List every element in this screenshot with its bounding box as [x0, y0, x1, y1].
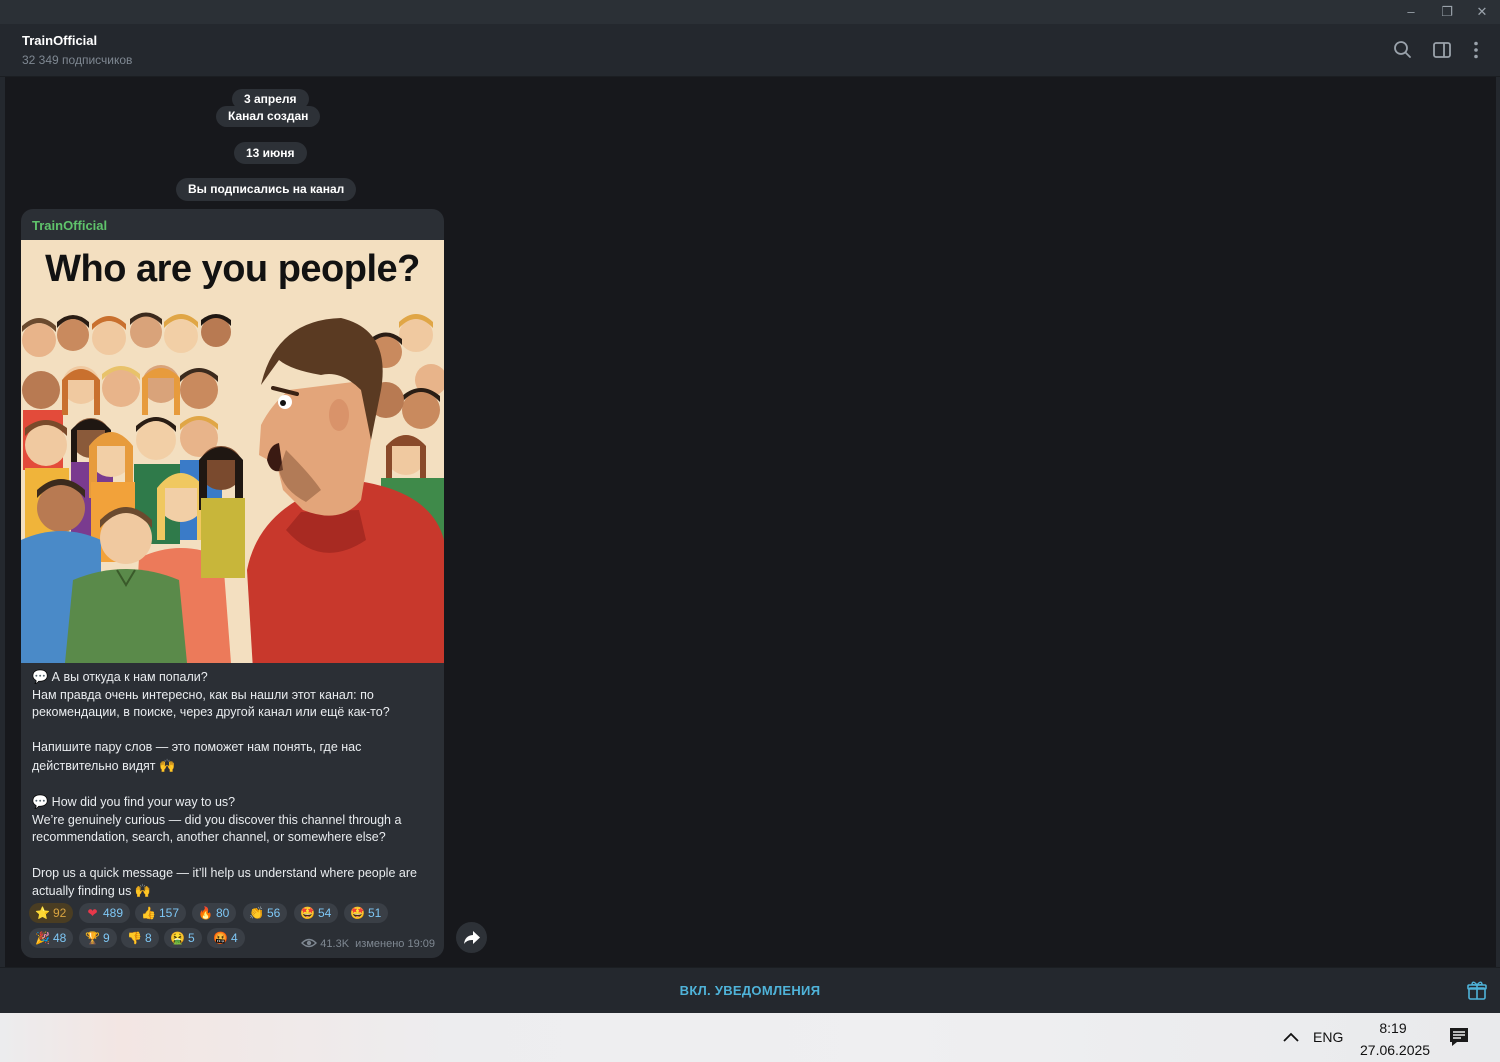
- reaction-angry[interactable]: 🤬 4: [207, 928, 245, 948]
- clock-time: 8:19: [1379, 1020, 1407, 1036]
- post-image[interactable]: Who are you people?: [21, 240, 444, 663]
- reaction-star[interactable]: ⭐ 92: [29, 903, 74, 923]
- reaction-fire[interactable]: 🔥 80: [192, 903, 237, 923]
- raised-hands-icon: 🙌: [134, 883, 152, 899]
- channel-post[interactable]: TrainOfficial Who are you people? 💬 А вы…: [21, 209, 444, 958]
- clock-date: 27.06.2025: [1360, 1042, 1431, 1058]
- clock[interactable]: 8:19 27.06.2025: [1360, 1017, 1431, 1061]
- service-subscribed: Вы подписались на канал: [176, 178, 357, 201]
- text-line: действительно видят: [32, 758, 156, 773]
- image-caption: Who are you people?: [45, 248, 420, 290]
- vomit-face-icon: 🤮: [170, 931, 185, 945]
- text-line: Напишите пару слов — это поможет нам пон…: [32, 740, 362, 755]
- speech-bubble-icon: 💬: [32, 794, 49, 810]
- post-text: 💬 А вы откуда к нам попали? Нам правда о…: [32, 668, 437, 901]
- minimize-button[interactable]: –: [1396, 2, 1426, 22]
- service-date-pill: 13 июня: [234, 142, 307, 164]
- star-struck-icon: 🤩: [300, 906, 315, 920]
- text-line: recommendation, search, another channel,…: [32, 830, 386, 845]
- chat-header[interactable]: TrainOfficial 32 349 подписчиков: [0, 24, 1500, 77]
- gift-icon[interactable]: [1466, 980, 1488, 1002]
- share-arrow-icon: [464, 931, 480, 944]
- reaction-party[interactable]: 🎉 48: [29, 928, 74, 948]
- right-edge: [1496, 77, 1500, 967]
- thumbs-up-icon: 👍: [141, 906, 156, 920]
- restore-button[interactable]: ❐: [1432, 2, 1462, 22]
- reaction-thumbs-up[interactable]: 👍 157: [135, 903, 187, 923]
- party-popper-icon: 🎉: [35, 931, 50, 945]
- edited-time: изменено 19:09: [355, 938, 435, 950]
- crowd-illustration: [21, 312, 444, 663]
- post-meta: 41.3K изменено 19:09: [301, 938, 435, 950]
- reaction-trophy[interactable]: 🏆 9: [79, 928, 117, 948]
- chevron-up-icon[interactable]: [1280, 1027, 1302, 1047]
- trophy-icon: 🏆: [85, 931, 100, 945]
- sidebar-toggle-icon[interactable]: [1430, 38, 1454, 62]
- reaction-heart[interactable]: ❤ 489: [79, 903, 131, 923]
- search-icon[interactable]: [1391, 38, 1415, 62]
- view-count: 41.3K: [320, 938, 350, 950]
- clap-icon: 👏: [249, 906, 264, 920]
- forward-button[interactable]: [456, 922, 487, 953]
- star-struck-icon: 🤩: [350, 906, 365, 920]
- text-line: actually finding us: [32, 884, 132, 899]
- bottom-bar: ВКЛ. УВЕДОМЛЕНИЯ: [0, 967, 1500, 1013]
- reaction-star-struck[interactable]: 🤩 54: [294, 903, 339, 923]
- text-line: Drop us a quick message — it’ll help us …: [32, 865, 417, 880]
- channel-title[interactable]: TrainOfficial: [22, 33, 97, 48]
- fire-icon: 🔥: [198, 906, 213, 920]
- reaction-thumbs-down[interactable]: 👎 8: [121, 928, 159, 948]
- angry-face-icon: 🤬: [213, 931, 228, 945]
- star-icon: ⭐: [35, 906, 50, 920]
- text-line: We’re genuinely curious — did you discov…: [32, 812, 402, 827]
- reaction-clap[interactable]: 👏 56: [243, 903, 288, 923]
- text-line: рекомендации, в поиске, через другой кан…: [32, 705, 390, 720]
- reaction-star-struck[interactable]: 🤩 51: [344, 903, 389, 923]
- thumbs-down-icon: 👎: [127, 931, 142, 945]
- eye-icon: [301, 938, 318, 948]
- heart-icon: ❤: [87, 906, 98, 920]
- service-channel-created: Канал создан: [216, 106, 321, 127]
- input-language[interactable]: ENG: [1313, 1029, 1343, 1045]
- window-titlebar: – ❐ ✕: [0, 0, 1500, 24]
- reaction-vomit[interactable]: 🤮 5: [164, 928, 202, 948]
- question-en: How did you find your way to us?: [51, 795, 236, 810]
- taskbar: ENG 8:19 27.06.2025: [0, 1013, 1500, 1062]
- raised-hands-icon: 🙌: [158, 757, 176, 773]
- subscriber-count: 32 349 подписчиков: [22, 53, 133, 67]
- enable-notifications-button[interactable]: ВКЛ. УВЕДОМЛЕНИЯ: [0, 983, 1500, 998]
- notifications-icon[interactable]: [1448, 1026, 1472, 1048]
- post-author[interactable]: TrainOfficial: [32, 218, 107, 233]
- text-line: Нам правда очень интересно, как вы нашли…: [32, 687, 374, 702]
- more-vertical-icon[interactable]: [1464, 38, 1488, 62]
- question-ru: А вы откуда к нам попали?: [51, 670, 208, 684]
- speech-bubble-icon: 💬: [32, 669, 49, 684]
- close-button[interactable]: ✕: [1467, 2, 1497, 22]
